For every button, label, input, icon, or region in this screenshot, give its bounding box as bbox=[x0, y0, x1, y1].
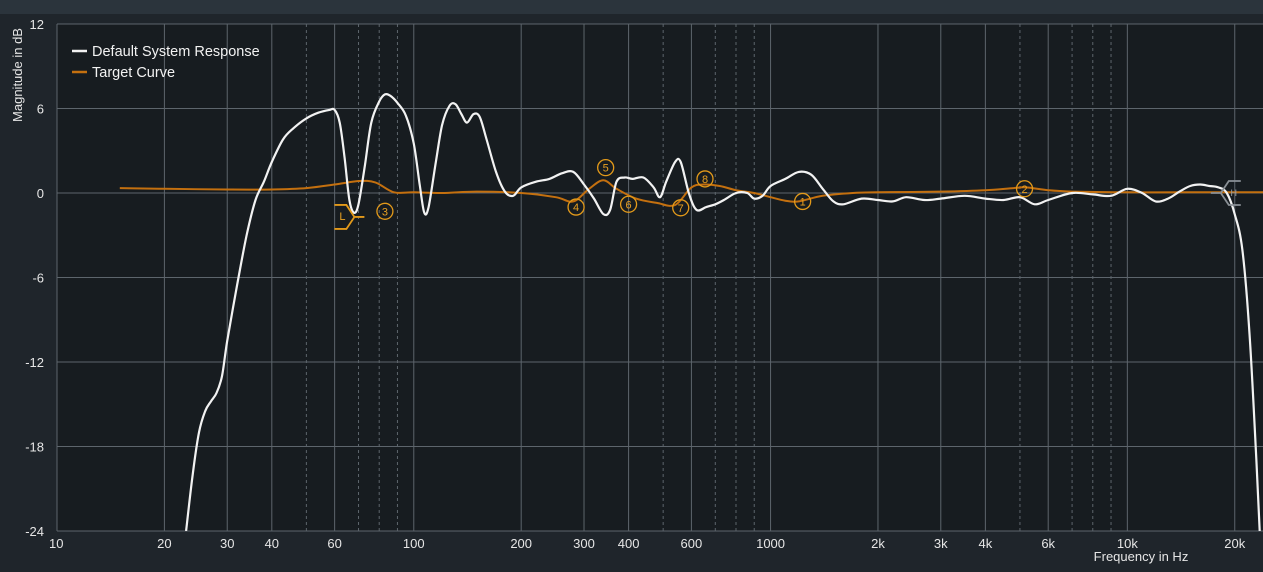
y-tick-label: -18 bbox=[25, 440, 44, 455]
x-tick-label: 600 bbox=[681, 536, 703, 551]
x-axis-ticks: 10 20 30 40 60 100 200 300 400 600 1000 2k 3k 4k 6k 10k… bbox=[49, 536, 1246, 551]
high-limit-label: H bbox=[1231, 188, 1238, 198]
x-tick-label: 20 bbox=[157, 536, 171, 551]
y-axis-ticks: 12 6 0 -6 -12 -18 -24 bbox=[25, 17, 44, 539]
chart-window: 12 6 0 -6 -12 -18 -24 10 20 30 40 60 100 200 300 400 60… bbox=[0, 0, 1263, 572]
eq-marker-label: 1 bbox=[800, 196, 806, 208]
y-tick-label: -6 bbox=[32, 271, 44, 286]
y-tick-label: -24 bbox=[25, 524, 44, 539]
x-tick-label: 200 bbox=[510, 536, 532, 551]
eq-marker-label: 5 bbox=[603, 163, 609, 175]
y-tick-label: -12 bbox=[25, 355, 44, 370]
x-tick-label: 60 bbox=[327, 536, 341, 551]
eq-marker-label: 2 bbox=[1021, 184, 1027, 196]
x-tick-label: 100 bbox=[403, 536, 425, 551]
legend-label-target-curve: Target Curve bbox=[92, 65, 175, 81]
x-tick-label: 3k bbox=[934, 536, 948, 551]
x-tick-label: 40 bbox=[265, 536, 279, 551]
x-tick-label: 10 bbox=[49, 536, 63, 551]
x-tick-label: 2k bbox=[871, 536, 885, 551]
y-tick-label: 0 bbox=[37, 186, 44, 201]
y-tick-label: 6 bbox=[37, 102, 44, 117]
eq-marker-label: 3 bbox=[382, 206, 388, 218]
x-tick-label: 300 bbox=[573, 536, 595, 551]
legend-label-default-system-response: Default System Response bbox=[92, 44, 260, 60]
eq-marker-label: 4 bbox=[573, 202, 579, 214]
x-tick-label: 1000 bbox=[756, 536, 785, 551]
eq-marker-label: 7 bbox=[678, 203, 684, 215]
x-tick-label: 400 bbox=[618, 536, 640, 551]
x-tick-label: 6k bbox=[1041, 536, 1055, 551]
x-tick-label: 20k bbox=[1224, 536, 1245, 551]
x-tick-label: 30 bbox=[220, 536, 234, 551]
x-axis-title: Frequency in Hz bbox=[1094, 549, 1189, 564]
y-tick-label: 12 bbox=[30, 17, 44, 32]
y-axis-title: Magnitude in dB bbox=[10, 28, 25, 122]
eq-marker-label: 6 bbox=[626, 199, 632, 211]
x-tick-label: 4k bbox=[979, 536, 993, 551]
eq-marker-label: 8 bbox=[702, 174, 708, 186]
frequency-response-chart[interactable]: 1260-6-12-18-24 10 20 30 40 60 100 200 300 400 60… bbox=[0, 0, 1263, 572]
low-limit-label: L bbox=[339, 211, 345, 223]
